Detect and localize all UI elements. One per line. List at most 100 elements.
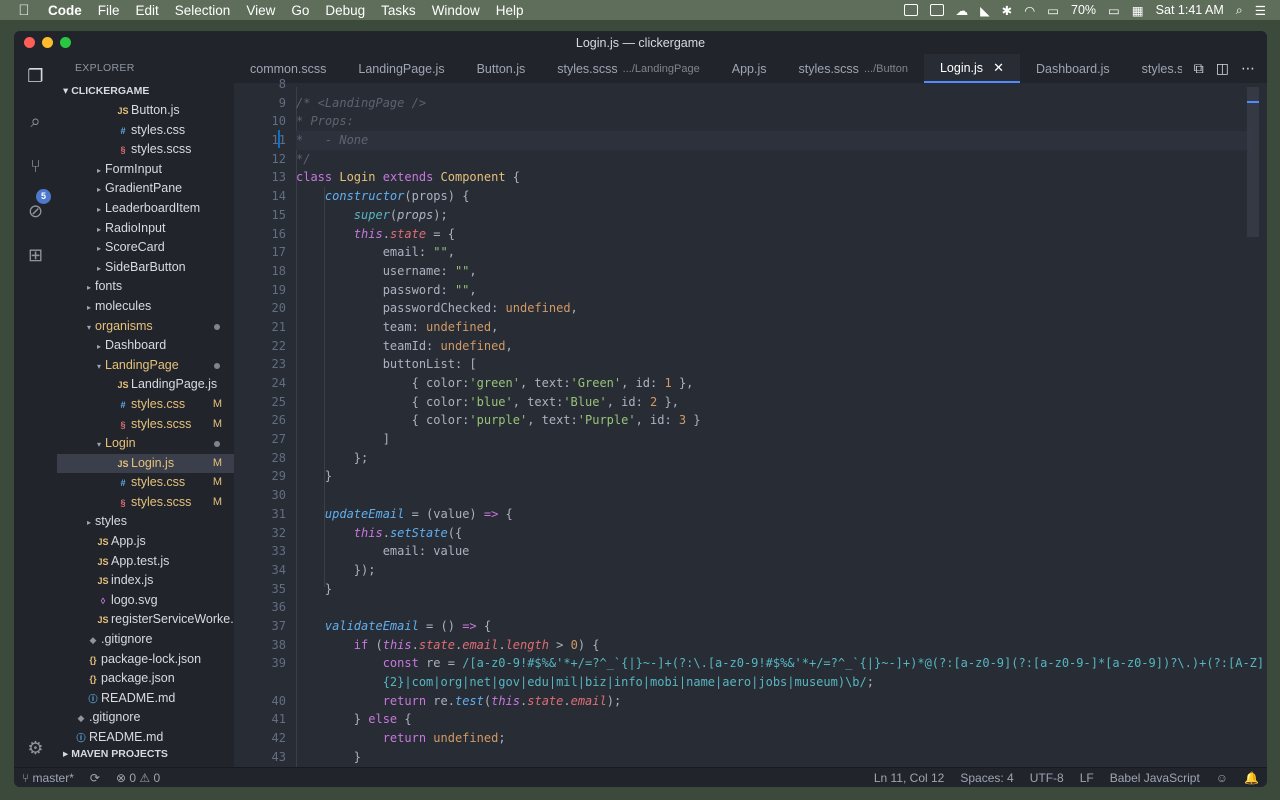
- extensions-icon[interactable]: ⊞: [24, 244, 47, 267]
- close-window-button[interactable]: [24, 37, 35, 48]
- code-line[interactable]: }: [296, 580, 1251, 599]
- menu-tasks[interactable]: Tasks: [373, 3, 424, 18]
- code-line[interactable]: this.state = {: [296, 225, 1251, 244]
- window-tray-icon[interactable]: [903, 4, 918, 16]
- chevron-right-icon[interactable]: ▸: [93, 161, 105, 181]
- code-line[interactable]: }: [296, 748, 1251, 767]
- spotlight-search-icon[interactable]: ⌕: [1236, 3, 1243, 18]
- clock[interactable]: Sat 1:41 AM: [1156, 3, 1224, 17]
- folder-item[interactable]: ▸ Dashboard: [57, 336, 234, 356]
- file-item[interactable]: # styles.css M: [57, 473, 234, 493]
- code-line[interactable]: * Props:: [296, 112, 1251, 131]
- code-line[interactable]: } else {: [296, 710, 1251, 729]
- menu-selection[interactable]: Selection: [167, 3, 239, 18]
- menu-debug[interactable]: Debug: [317, 3, 373, 18]
- source-control-icon[interactable]: ⑂: [24, 155, 47, 178]
- code-line[interactable]: buttonList: [: [296, 355, 1251, 374]
- app-menu[interactable]: Code: [48, 3, 90, 18]
- code-line[interactable]: [296, 75, 1251, 94]
- file-item[interactable]: ◆ .gitignore: [57, 708, 234, 728]
- folder-item[interactable]: ▸ GradientPane: [57, 179, 234, 199]
- minimize-window-button[interactable]: [42, 37, 53, 48]
- battery-percent[interactable]: 70%: [1071, 3, 1096, 17]
- calendar-icon[interactable]: ▦: [1132, 3, 1144, 18]
- bluetooth-icon[interactable]: ✱: [1002, 3, 1012, 18]
- file-item[interactable]: ◆ .gitignore: [57, 630, 234, 650]
- folder-item[interactable]: ▸ styles: [57, 512, 234, 532]
- search-icon[interactable]: ⌕: [24, 110, 47, 133]
- code-line[interactable]: validateEmail = () => {: [296, 617, 1251, 636]
- menu-go[interactable]: Go: [283, 3, 317, 18]
- square-tray-icon[interactable]: [929, 4, 944, 16]
- zoom-window-button[interactable]: [60, 37, 71, 48]
- file-item[interactable]: # styles.css: [57, 121, 234, 141]
- settings-gear-icon[interactable]: ⚙: [24, 737, 47, 760]
- folder-item[interactable]: ▸ SideBarButton: [57, 258, 234, 278]
- file-item[interactable]: JS index.js: [57, 571, 234, 591]
- notification-center-icon[interactable]: ☰: [1255, 3, 1266, 18]
- code-line[interactable]: class Login extends Component {: [296, 168, 1251, 187]
- code-line[interactable]: const re = /[a-z0-9!#$%&'*+/=?^_`{|}~-]+…: [296, 654, 1264, 673]
- code-line[interactable]: {2}|com|org|net|gov|edu|mil|biz|info|mob…: [296, 673, 1251, 692]
- code-line[interactable]: /* <LandingPage />: [296, 94, 1251, 113]
- code-line[interactable]: teamId: undefined,: [296, 337, 1251, 356]
- menu-view[interactable]: View: [238, 3, 283, 18]
- code-line[interactable]: { color:'green', text:'Green', id: 1 },: [296, 374, 1251, 393]
- folder-item[interactable]: ▸ fonts: [57, 277, 234, 297]
- folder-item[interactable]: ▸ LeaderboardItem: [57, 199, 234, 219]
- cursor-position[interactable]: Ln 11, Col 12: [866, 771, 953, 785]
- code-line[interactable]: return re.test(this.state.email);: [296, 692, 1251, 711]
- problems-indicator[interactable]: ⊗ 0 ⚠ 0: [108, 771, 168, 785]
- folder-item[interactable]: ▾ Login: [57, 434, 234, 454]
- language-mode[interactable]: Babel JavaScript: [1102, 771, 1208, 785]
- code-line[interactable]: { color:'blue', text:'Blue', id: 2 },: [296, 393, 1251, 412]
- apple-menu-icon[interactable]: : [0, 2, 48, 19]
- chevron-down-icon[interactable]: ▾: [93, 435, 105, 455]
- code-line[interactable]: constructor(props) {: [296, 187, 1251, 206]
- file-item[interactable]: § styles.scss: [57, 140, 234, 160]
- chevron-right-icon[interactable]: ▸: [83, 278, 95, 298]
- menu-file[interactable]: File: [90, 3, 128, 18]
- code-line[interactable]: [296, 486, 1251, 505]
- kite-icon[interactable]: ◣: [980, 3, 990, 18]
- battery-icon[interactable]: ▭: [1108, 3, 1120, 18]
- code-line[interactable]: username: "",: [296, 262, 1251, 281]
- chevron-right-icon[interactable]: ▸: [93, 239, 105, 259]
- folder-item[interactable]: ▾ LandingPage: [57, 356, 234, 376]
- code-line[interactable]: * - None: [296, 131, 1251, 150]
- close-tab-icon[interactable]: ✕: [993, 60, 1004, 76]
- code-line[interactable]: [296, 598, 1251, 617]
- folder-item[interactable]: ▸ molecules: [57, 297, 234, 317]
- explorer-files-icon[interactable]: ❐: [24, 65, 47, 88]
- code-line[interactable]: return undefined;: [296, 729, 1251, 748]
- vertical-scrollbar[interactable]: [1247, 87, 1259, 237]
- code-line[interactable]: { color:'purple', text:'Purple', id: 3 }: [296, 411, 1251, 430]
- code-line[interactable]: }: [296, 467, 1251, 486]
- code-line[interactable]: });: [296, 561, 1251, 580]
- menu-window[interactable]: Window: [424, 3, 488, 18]
- chevron-right-icon[interactable]: ▸: [93, 220, 105, 240]
- code-line[interactable]: };: [296, 449, 1251, 468]
- file-item[interactable]: JS Login.js M: [57, 453, 234, 474]
- file-item[interactable]: § styles.scss M: [57, 493, 234, 513]
- file-item[interactable]: JS Button.js: [57, 101, 234, 121]
- code-line[interactable]: email: value: [296, 542, 1251, 561]
- code-line[interactable]: */: [296, 150, 1251, 169]
- code-line[interactable]: this.setState({: [296, 524, 1251, 543]
- code-line[interactable]: if (this.state.email.length > 0) {: [296, 636, 1251, 655]
- chevron-right-icon[interactable]: ▸: [93, 180, 105, 200]
- code-line[interactable]: password: "",: [296, 281, 1251, 300]
- feedback-smiley-icon[interactable]: ☺: [1208, 771, 1236, 785]
- chevron-right-icon[interactable]: ▸: [83, 298, 95, 318]
- file-item[interactable]: JS App.js: [57, 532, 234, 552]
- chevron-right-icon[interactable]: ▸: [93, 200, 105, 220]
- file-item[interactable]: § styles.scss M: [57, 415, 234, 435]
- file-item[interactable]: # styles.css M: [57, 395, 234, 415]
- code-line[interactable]: team: undefined,: [296, 318, 1251, 337]
- branch-indicator[interactable]: ⑂ master*: [14, 771, 82, 785]
- sync-icon[interactable]: ⟳: [82, 771, 108, 785]
- menu-help[interactable]: Help: [488, 3, 532, 18]
- code-line[interactable]: super(props);: [296, 206, 1251, 225]
- debug-icon[interactable]: ⊘: [24, 200, 47, 223]
- airplay-icon[interactable]: ▭: [1047, 3, 1059, 18]
